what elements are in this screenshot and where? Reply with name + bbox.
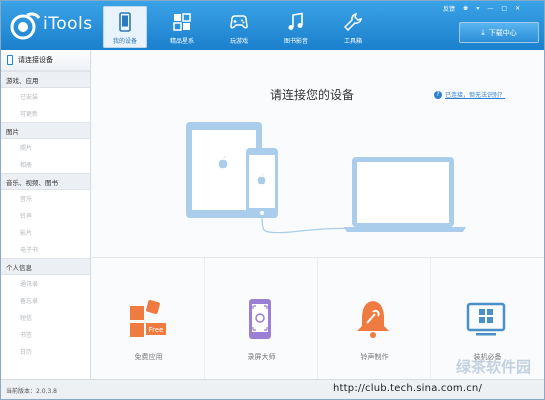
menu-icon[interactable]: ▾ [476, 5, 479, 12]
feedback-link[interactable]: 反馈 [443, 4, 455, 13]
sidebar-item-calendar[interactable]: 日历 [1, 343, 90, 360]
nav-featured[interactable]: 精品星系 [160, 6, 204, 48]
nav-media[interactable]: 图书影音 [274, 6, 318, 48]
phone-icon [7, 55, 13, 65]
nav-my-device[interactable]: 我的设备 [103, 6, 147, 48]
nav-label: 图书影音 [283, 38, 308, 45]
header-bar: iTools 我的设备 精品星系 玩游戏 图书影音 工具箱 反馈 ♚ ▾ — □… [1, 1, 544, 50]
cannot-recognize-link[interactable]: ? 已连接，但无法识别？ [434, 90, 505, 99]
main-panel: 请连接您的设备 ? 已连接，但无法识别？ Free 免费应用 录屏大师 铃声制作… [92, 50, 544, 379]
sidebar-group-apps[interactable]: 游戏、应用 [1, 71, 90, 88]
svg-text:Free: Free [149, 326, 164, 334]
sidebar-group-photos[interactable]: 图片 [1, 122, 90, 139]
page-title: 请连接您的设备 [270, 88, 355, 102]
sidebar-item-ringtones[interactable]: 铃声 [1, 207, 90, 224]
sidebar-item-contacts[interactable]: 通讯录 [1, 275, 90, 292]
sidebar-item-albums[interactable]: 相册 [1, 156, 90, 173]
sidebar-item-music[interactable]: 音乐 [1, 190, 90, 207]
nav-label: 玩游戏 [229, 38, 248, 45]
screen-recorder-icon [249, 299, 271, 339]
sidebar-item-sms[interactable]: 短信 [1, 309, 90, 326]
sidebar-item-notes[interactable]: 备忘录 [1, 292, 90, 309]
sidebar-item-photos[interactable]: 照片 [1, 139, 90, 156]
sidebar-item-label: 请连接设备 [18, 56, 53, 64]
version-label: 当前版本：2.0.3.8 [6, 388, 57, 395]
itools-window: iTools 我的设备 精品星系 玩游戏 图书影音 工具箱 反馈 ♚ ▾ — □… [0, 0, 545, 400]
macbook-illustration [344, 157, 466, 232]
nav-label: 精品星系 [169, 38, 194, 45]
watermark-url: http://club.tech.sina.com.cn/ [333, 383, 483, 394]
sidebar-group-media[interactable]: 音乐、视频、图书 [1, 173, 90, 190]
sidebar: 请连接设备 游戏、应用 已安装 可更新 图片 照片 相册 音乐、视频、图书 音乐… [1, 50, 91, 379]
app-label: 铃声制作 [360, 353, 389, 361]
sidebar-item-installed[interactable]: 已安装 [1, 88, 90, 105]
download-center-label: 下载中心 [488, 28, 517, 37]
app-label: 免费应用 [134, 353, 163, 361]
gamepad-icon [230, 15, 248, 29]
main-nav: 我的设备 精品星系 玩游戏 图书影音 工具箱 [103, 6, 388, 48]
sidebar-item-connect-device[interactable]: 请连接设备 [1, 50, 90, 71]
app-label: 录屏大师 [247, 353, 276, 361]
window-controls: 反馈 ♚ ▾ — □ ✕ [443, 4, 528, 13]
desktop-icon [466, 302, 506, 336]
app-name: iTools [43, 14, 93, 34]
nav-toolbox[interactable]: 工具箱 [331, 6, 375, 48]
ringtone-maker-icon [357, 301, 389, 338]
sidebar-item-ebooks[interactable]: 电子书 [1, 241, 90, 258]
sidebar-group-personal[interactable]: 个人信息 [1, 258, 90, 275]
app-free-apps[interactable]: Free 免费应用 [92, 258, 205, 379]
app-ringtone-maker[interactable]: 铃声制作 [318, 258, 431, 379]
app-screen-recorder[interactable]: 录屏大师 [205, 258, 318, 379]
free-apps-icon: Free [130, 300, 166, 337]
download-center-button[interactable]: ⤓ 下载中心 [459, 22, 539, 43]
iphone-illustration [246, 148, 362, 234]
nav-label: 我的设备 [112, 38, 137, 45]
music-icon [288, 12, 303, 30]
question-icon: ? [434, 90, 442, 99]
cannot-recognize-label: 已连接，但无法识别？ [445, 92, 506, 99]
download-icon: ⤓ [481, 27, 485, 37]
nav-games[interactable]: 玩游戏 [217, 6, 261, 48]
sidebar-item-movies[interactable]: 影片 [1, 224, 90, 241]
sidebar-item-bookmarks[interactable]: 书签 [1, 326, 90, 343]
maximize-icon[interactable]: □ [501, 5, 507, 12]
close-icon[interactable]: ✕ [515, 5, 520, 12]
watermark-logo: 绿茶软件园 [456, 358, 532, 376]
devices-illustration [186, 122, 466, 234]
itools-logo-icon [10, 12, 41, 40]
sidebar-item-updatable[interactable]: 可更新 [1, 105, 90, 122]
phone-icon [119, 12, 131, 32]
wrench-icon [343, 13, 362, 32]
nav-label: 工具箱 [343, 38, 362, 45]
skin-icon[interactable]: ♚ [463, 5, 468, 12]
grid-icon [173, 13, 191, 31]
minimize-icon[interactable]: — [487, 5, 493, 12]
